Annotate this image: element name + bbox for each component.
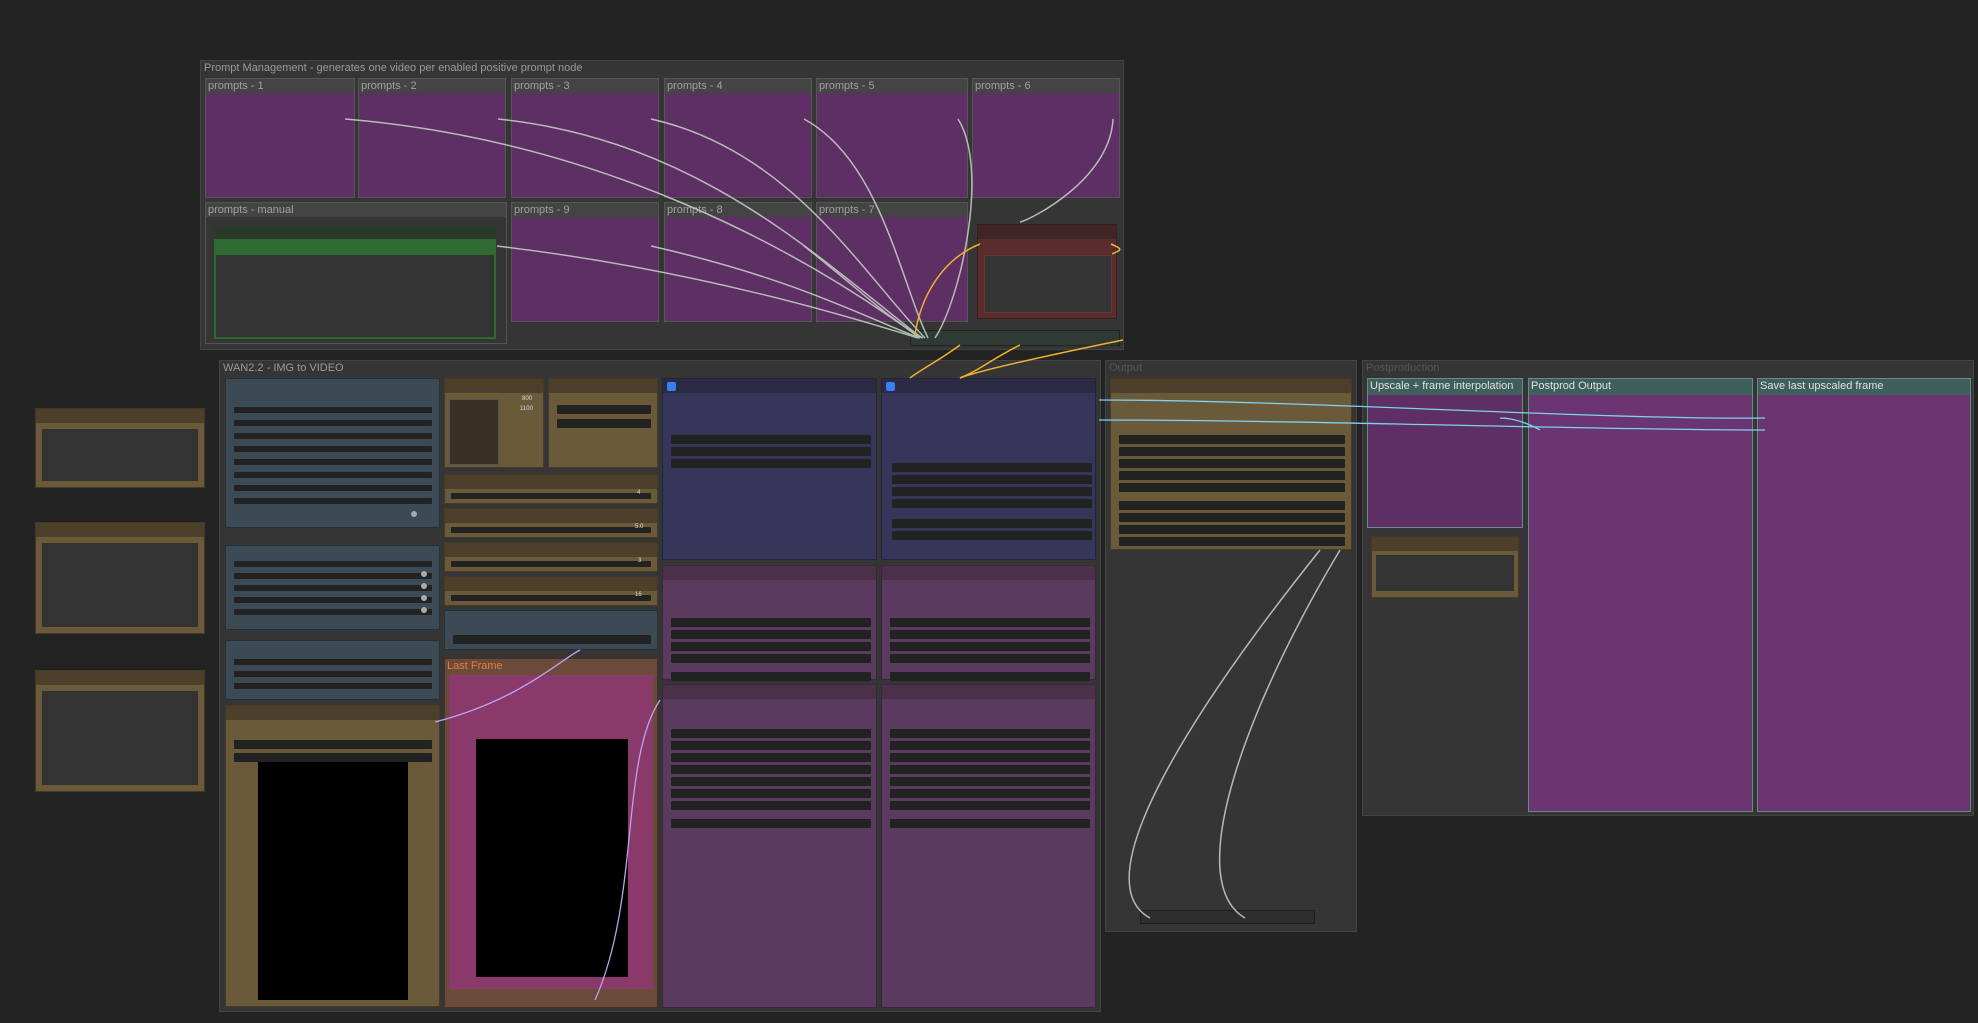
node-title: prompts - 5 (819, 80, 875, 92)
int-node-a[interactable]: 4 (444, 474, 658, 504)
int-node-c[interactable]: 3 (444, 542, 658, 572)
prompt-node-7[interactable]: prompts - 7 (816, 202, 968, 322)
text-encode-negative[interactable] (881, 565, 1096, 681)
int-node-d[interactable]: 16 (444, 576, 658, 606)
text-encode-positive[interactable] (662, 565, 877, 681)
node-title: prompts - manual (208, 204, 294, 216)
prompt-node-4[interactable]: prompts - 4 (664, 78, 812, 198)
lora-loader-node[interactable] (225, 545, 440, 630)
input-image-preview (258, 762, 408, 1000)
ksampler-first[interactable] (662, 684, 877, 1008)
negative-prompt-node[interactable] (977, 224, 1117, 319)
float-node-b[interactable]: 5.0 (444, 508, 658, 538)
postprod-brown-node[interactable] (1371, 536, 1519, 598)
manual-prompt-bar (214, 239, 496, 253)
manual-prompt-textarea[interactable] (214, 253, 496, 339)
group-title: Output (1109, 362, 1143, 374)
value-d: 16 (635, 592, 642, 598)
last-frame-title: Last Frame (447, 660, 503, 672)
save-last-frame-node[interactable]: Save last upscaled frame (1757, 378, 1971, 812)
prompt-node-8[interactable]: prompts - 8 (664, 202, 812, 322)
prompt-node-9[interactable]: prompts - 9 (511, 202, 659, 322)
last-frame-node[interactable]: Last Frame (444, 658, 658, 1008)
last-frame-preview (476, 739, 628, 977)
floating-node-1[interactable] (35, 408, 205, 488)
ksampler-second[interactable] (881, 684, 1096, 1008)
model-loader-node[interactable] (225, 378, 440, 528)
output-reroute-node[interactable] (1140, 910, 1315, 924)
bypass-icon[interactable] (886, 382, 895, 391)
image-size-node[interactable]: 800 1100 (444, 378, 544, 468)
node-title: prompts - 1 (208, 80, 264, 92)
resize-node[interactable] (548, 378, 658, 468)
floating-node-3[interactable] (35, 670, 205, 792)
size-width: 800 (522, 396, 533, 402)
node-title: prompts - 7 (819, 204, 875, 216)
clip-vision-node[interactable] (444, 610, 658, 650)
prompt-node-5[interactable]: prompts - 5 (816, 78, 968, 198)
bypass-icon[interactable] (667, 382, 676, 391)
postprod-output-title: Postprod Output (1531, 380, 1612, 392)
node-title: prompts - 3 (514, 80, 570, 92)
prompt-node-1[interactable]: prompts - 1 (205, 78, 355, 198)
value-b: 5.0 (635, 524, 644, 530)
group-title: WAN2.2 - IMG to VIDEO (223, 362, 344, 374)
value-a: 4 (637, 490, 641, 496)
floating-node-body (42, 691, 198, 785)
save-last-frame-title: Save last upscaled frame (1760, 380, 1884, 392)
node-title: prompts - 8 (667, 204, 723, 216)
prompt-node-6[interactable]: prompts - 6 (972, 78, 1120, 198)
load-image-node[interactable] (225, 705, 440, 1007)
postprod-brown-body (1376, 555, 1514, 591)
prompt-node-manual[interactable]: prompts - manual (205, 202, 507, 344)
node-title: prompts - 4 (667, 80, 723, 92)
floating-node-body (42, 543, 198, 627)
prompt-collector-node[interactable] (910, 330, 1120, 346)
floating-node-body (42, 429, 198, 481)
upscale-node[interactable]: Upscale + frame interpolation (1367, 378, 1523, 528)
size-height: 1100 (520, 406, 533, 412)
node-title: prompts - 2 (361, 80, 417, 92)
prompt-node-3[interactable]: prompts - 3 (511, 78, 659, 198)
video-combine-node[interactable] (1110, 378, 1352, 550)
value-c: 3 (638, 558, 642, 564)
node-title: prompts - 6 (975, 80, 1031, 92)
group-title: Prompt Management - generates one video … (204, 62, 583, 74)
prompt-node-2[interactable]: prompts - 2 (358, 78, 506, 198)
group-title: Postproduction (1366, 362, 1440, 374)
sampler-high-noise[interactable] (662, 378, 877, 560)
node-title: prompts - 9 (514, 204, 570, 216)
clip-loader-node[interactable] (225, 640, 440, 700)
upscale-title: Upscale + frame interpolation (1370, 380, 1514, 392)
postprod-output-node[interactable]: Postprod Output (1528, 378, 1753, 812)
size-picker[interactable] (449, 399, 499, 465)
sampler-low-noise[interactable] (881, 378, 1096, 560)
floating-node-2[interactable] (35, 522, 205, 634)
manual-prompt-header (214, 227, 496, 239)
negative-prompt-textarea[interactable] (984, 255, 1112, 313)
